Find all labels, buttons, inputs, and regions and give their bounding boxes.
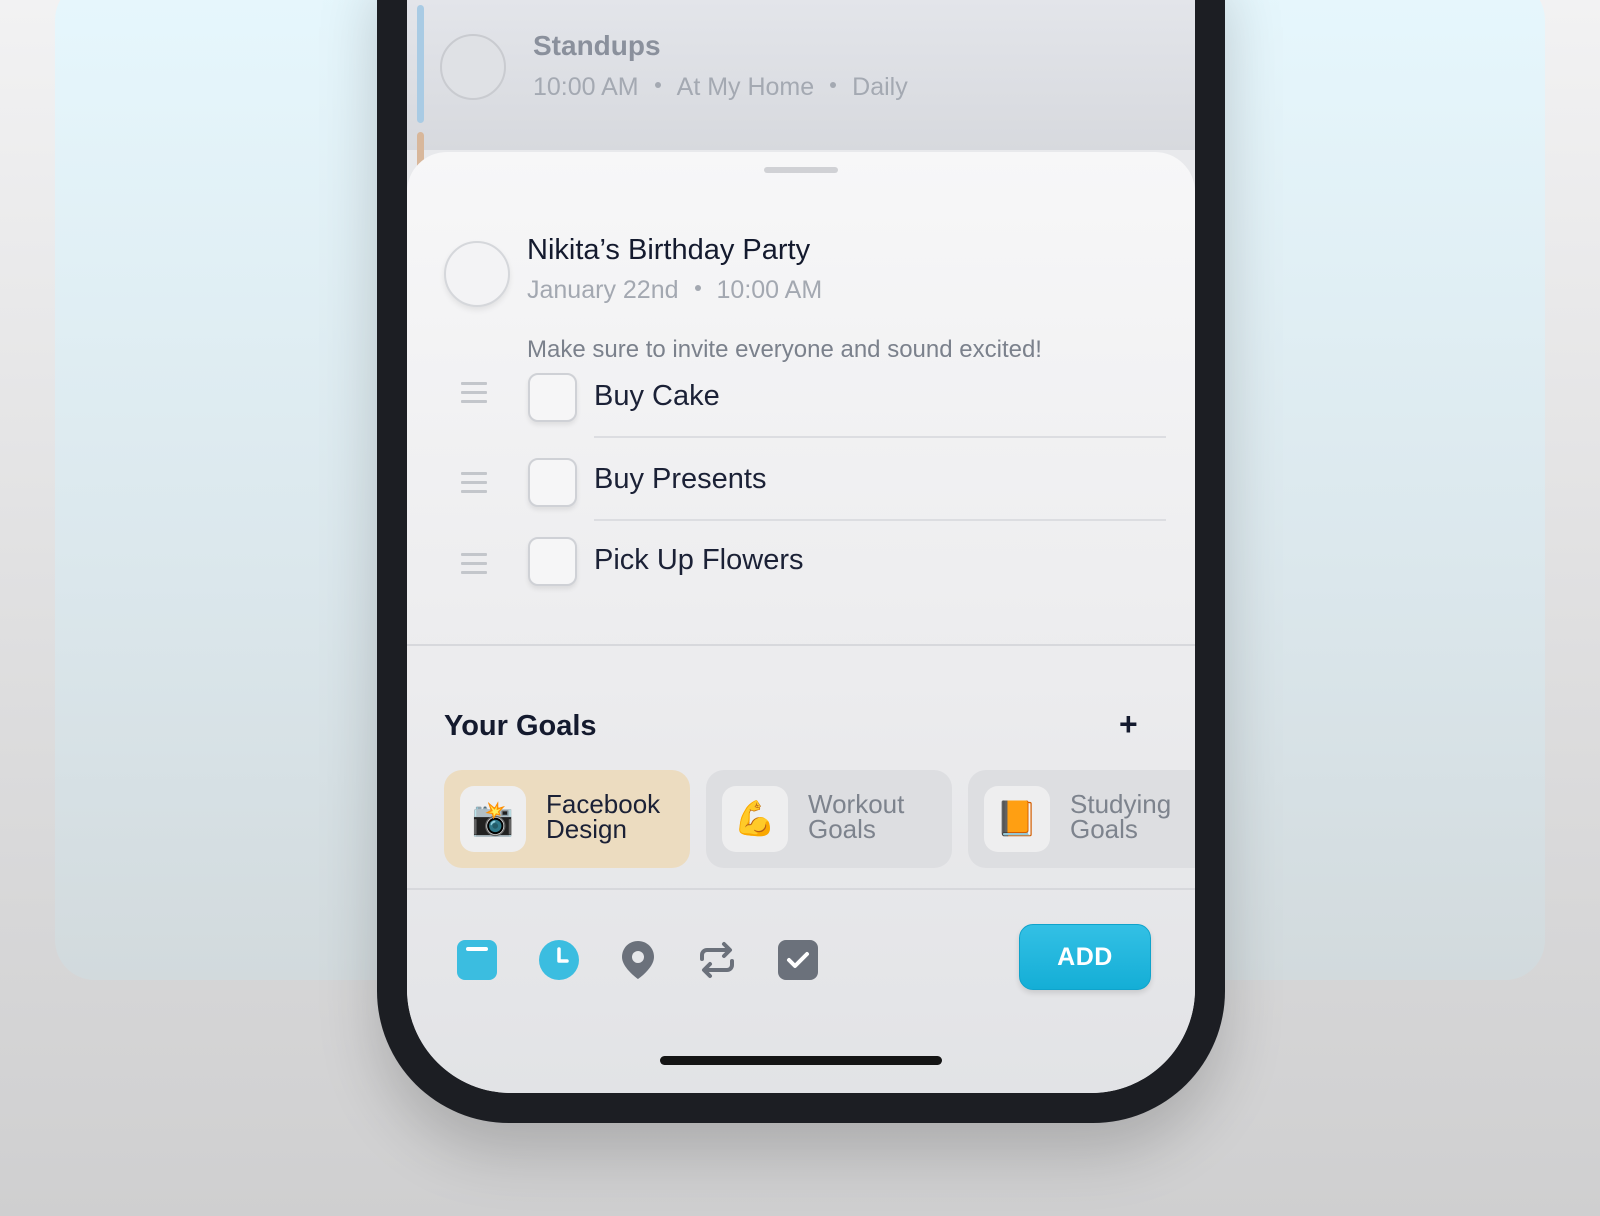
sheet-drag-handle[interactable] xyxy=(764,167,838,173)
task-label: Pick Up Flowers xyxy=(594,544,804,576)
goals-heading: Your Goals xyxy=(444,710,597,742)
event-color-bar xyxy=(417,5,424,123)
flexed-biceps-icon: 💪 xyxy=(722,786,788,852)
event-datetime: January 22nd 10:00 AM xyxy=(527,276,822,305)
goal-label-line: Goals xyxy=(808,814,876,844)
drag-handle-icon[interactable] xyxy=(461,472,487,499)
task-label: Buy Cake xyxy=(594,380,720,412)
background-event-time: 10:00 AM xyxy=(533,73,639,101)
location-pin-icon[interactable] xyxy=(617,939,659,981)
goal-label: Workout Goals xyxy=(808,791,948,844)
task-divider xyxy=(594,436,1166,438)
task-checkbox[interactable] xyxy=(528,373,577,422)
phone-screen: Standups 10:00 AM At My Home Daily Nikita’… xyxy=(407,0,1195,1093)
add-goal-button[interactable]: + xyxy=(1119,706,1138,743)
event-complete-circle[interactable] xyxy=(444,241,510,307)
camera-flash-icon: 📸 xyxy=(460,786,526,852)
separator-dot xyxy=(830,82,837,89)
goal-label: Studying Goals xyxy=(1070,791,1195,844)
background-event-title: Standups xyxy=(533,30,661,61)
repeat-icon[interactable] xyxy=(696,939,738,981)
drag-handle-icon[interactable] xyxy=(461,553,487,580)
goal-card-studying-goals[interactable]: 📙 Studying Goals xyxy=(968,770,1195,868)
orange-book-icon: 📙 xyxy=(984,786,1050,852)
event-time: 10:00 AM xyxy=(716,276,823,304)
background-event-location: At My Home xyxy=(676,73,815,101)
event-date: January 22nd xyxy=(527,276,679,304)
goal-card-facebook-design[interactable]: 📸 Facebook Design xyxy=(444,770,690,868)
home-indicator[interactable] xyxy=(660,1056,942,1065)
event-title: Nikita’s Birthday Party xyxy=(527,234,811,266)
task-checkbox[interactable] xyxy=(528,458,577,507)
separator-dot xyxy=(694,285,701,292)
background-event-meta: 10:00 AM At My Home Daily xyxy=(533,73,908,102)
event-complete-circle[interactable] xyxy=(440,34,506,100)
goal-label-line: Goals xyxy=(1070,814,1138,844)
goal-card-workout-goals[interactable]: 💪 Workout Goals xyxy=(706,770,952,868)
task-label: Buy Presents xyxy=(594,463,767,495)
task-checkbox[interactable] xyxy=(528,537,577,586)
checklist-icon[interactable] xyxy=(777,939,819,981)
goal-label: Facebook Design xyxy=(546,791,686,844)
goal-label-line: Design xyxy=(546,814,627,844)
clock-icon[interactable] xyxy=(538,939,580,981)
add-button[interactable]: ADD xyxy=(1019,924,1151,990)
task-divider xyxy=(594,519,1166,521)
event-note: Make sure to invite everyone and sound e… xyxy=(527,336,1042,363)
section-divider xyxy=(407,644,1195,646)
background-event-recurrence: Daily xyxy=(852,73,908,101)
event-detail-sheet: Nikita’s Birthday Party January 22nd 10:0… xyxy=(407,152,1195,1093)
calendar-icon[interactable] xyxy=(456,939,498,981)
section-divider xyxy=(407,888,1195,890)
drag-handle-icon[interactable] xyxy=(461,382,487,409)
separator-dot xyxy=(654,82,661,89)
